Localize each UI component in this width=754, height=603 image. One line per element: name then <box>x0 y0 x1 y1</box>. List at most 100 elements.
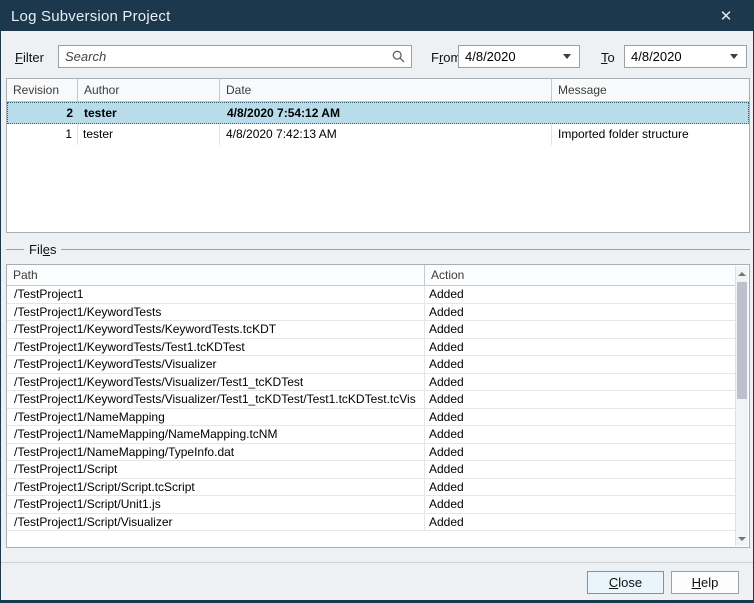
action-cell: Added <box>425 461 737 478</box>
filter-label-post: ilter <box>23 50 44 65</box>
search-placeholder: Search <box>59 49 392 64</box>
revision-row[interactable]: 1 tester 4/8/2020 7:42:13 AM Imported fo… <box>7 124 749 145</box>
path-cell: /TestProject1/KeywordTests/Test1.tcKDTes… <box>7 339 425 356</box>
path-cell: /TestProject1/KeywordTests/KeywordTests.… <box>7 321 425 338</box>
from-label-pre: F <box>431 50 439 65</box>
file-row[interactable]: /TestProject1/NameMapping/TypeInfo.dat A… <box>7 444 737 462</box>
vertical-scrollbar[interactable] <box>735 266 748 546</box>
files-header: Path Action <box>7 265 737 286</box>
scroll-down-icon <box>738 537 746 541</box>
file-row[interactable]: /TestProject1/KeywordTests Added <box>7 304 737 322</box>
action-cell: Added <box>425 286 737 303</box>
footer-separator <box>1 562 754 563</box>
scroll-up-button[interactable] <box>736 266 748 281</box>
files-label: Files <box>24 242 61 257</box>
file-row[interactable]: /TestProject1/KeywordTests/Visualizer/Te… <box>7 374 737 392</box>
file-row[interactable]: /TestProject1 Added <box>7 286 737 304</box>
files-label-post: s <box>50 242 57 257</box>
group-line <box>61 249 750 250</box>
path-cell: /TestProject1/NameMapping/TypeInfo.dat <box>7 444 425 461</box>
path-cell: /TestProject1/Script/Script.tcScript <box>7 479 425 496</box>
path-cell: /TestProject1/KeywordTests/Visualizer/Te… <box>7 391 425 408</box>
column-header-author[interactable]: Author <box>78 79 220 101</box>
help-button[interactable]: Help <box>671 571 739 594</box>
column-header-path[interactable]: Path <box>7 265 425 285</box>
column-header-revision[interactable]: Revision <box>7 79 78 101</box>
close-button-label: Close <box>609 575 642 590</box>
search-icon <box>392 50 405 63</box>
close-icon[interactable]: ✕ <box>713 1 739 31</box>
action-cell: Added <box>425 321 737 338</box>
scrollbar-thumb[interactable] <box>737 282 747 399</box>
to-date-dropdown[interactable]: 4/8/2020 <box>624 45 747 68</box>
action-cell: Added <box>425 304 737 321</box>
path-cell: /TestProject1/KeywordTests/Visualizer <box>7 356 425 373</box>
path-cell: /TestProject1/NameMapping <box>7 409 425 426</box>
revision-row-selected[interactable]: 2 tester 4/8/2020 7:54:12 AM <box>7 102 749 124</box>
chevron-down-icon[interactable] <box>563 54 571 59</box>
column-header-action[interactable]: Action <box>425 265 737 285</box>
file-row[interactable]: /TestProject1/KeywordTests/Test1.tcKDTes… <box>7 339 737 357</box>
files-table: Path Action /TestProject1 Added /TestPro… <box>6 264 750 548</box>
author-cell: tester <box>78 124 220 145</box>
path-cell: /TestProject1 <box>7 286 425 303</box>
to-label: To <box>601 50 615 65</box>
column-header-date[interactable]: Date <box>220 79 552 101</box>
path-cell: /TestProject1/Script/Visualizer <box>7 514 425 531</box>
revisions-table: Revision Author Date Message 2 tester 4/… <box>6 78 750 233</box>
path-cell: /TestProject1/NameMapping/NameMapping.tc… <box>7 426 425 443</box>
action-cell: Added <box>425 444 737 461</box>
filter-label: Filter <box>15 50 44 65</box>
action-cell: Added <box>425 374 737 391</box>
file-row[interactable]: /TestProject1/KeywordTests/Visualizer/Te… <box>7 391 737 409</box>
dialog-title: Log Subversion Project <box>1 8 171 25</box>
path-cell: /TestProject1/KeywordTests/Visualizer/Te… <box>7 374 425 391</box>
from-date-value: 4/8/2020 <box>459 49 563 64</box>
message-cell <box>553 103 748 123</box>
action-cell: Added <box>425 339 737 356</box>
revision-cell: 2 <box>8 103 79 123</box>
file-row[interactable]: /TestProject1/Script/Visualizer Added <box>7 514 737 532</box>
to-label-post: o <box>608 50 615 65</box>
date-cell: 4/8/2020 7:42:13 AM <box>220 124 552 145</box>
revision-cell: 1 <box>7 124 78 145</box>
files-label-mnemonic: e <box>43 242 50 257</box>
file-row[interactable]: /TestProject1/NameMapping/NameMapping.tc… <box>7 426 737 444</box>
author-cell: tester <box>79 103 221 123</box>
action-cell: Added <box>425 479 737 496</box>
column-header-message[interactable]: Message <box>552 79 749 101</box>
scroll-down-button[interactable] <box>736 531 748 546</box>
file-row[interactable]: /TestProject1/KeywordTests/Visualizer Ad… <box>7 356 737 374</box>
file-row[interactable]: /TestProject1/NameMapping Added <box>7 409 737 427</box>
file-row[interactable]: /TestProject1/Script/Unit1.js Added <box>7 496 737 514</box>
from-date-dropdown[interactable]: 4/8/2020 <box>458 45 580 68</box>
log-subversion-project-dialog: Log Subversion Project ✕ Filter Search F… <box>0 0 754 603</box>
file-row[interactable]: /TestProject1/Script Added <box>7 461 737 479</box>
date-cell: 4/8/2020 7:54:12 AM <box>221 103 553 123</box>
to-date-value: 4/8/2020 <box>625 49 730 64</box>
file-row[interactable]: /TestProject1/KeywordTests/KeywordTests.… <box>7 321 737 339</box>
help-button-label: Help <box>692 575 719 590</box>
revisions-header: Revision Author Date Message <box>7 79 749 102</box>
filter-label-mnemonic: F <box>15 50 23 65</box>
message-cell: Imported folder structure <box>552 124 749 145</box>
path-cell: /TestProject1/Script <box>7 461 425 478</box>
chevron-down-icon[interactable] <box>730 54 738 59</box>
close-button[interactable]: Close <box>587 571 664 594</box>
group-line <box>6 249 24 250</box>
action-cell: Added <box>425 514 737 531</box>
title-bar: Log Subversion Project ✕ <box>1 1 753 31</box>
search-input[interactable]: Search <box>58 45 412 68</box>
action-cell: Added <box>425 356 737 373</box>
action-cell: Added <box>425 409 737 426</box>
files-label-pre: Fil <box>29 242 43 257</box>
action-cell: Added <box>425 391 737 408</box>
path-cell: /TestProject1/Script/Unit1.js <box>7 496 425 513</box>
action-cell: Added <box>425 496 737 513</box>
file-row[interactable]: /TestProject1/Script/Script.tcScript Add… <box>7 479 737 497</box>
action-cell: Added <box>425 426 737 443</box>
path-cell: /TestProject1/KeywordTests <box>7 304 425 321</box>
scroll-up-icon <box>738 272 746 276</box>
files-group-caption: Files <box>6 242 750 257</box>
from-label: From <box>431 50 461 65</box>
